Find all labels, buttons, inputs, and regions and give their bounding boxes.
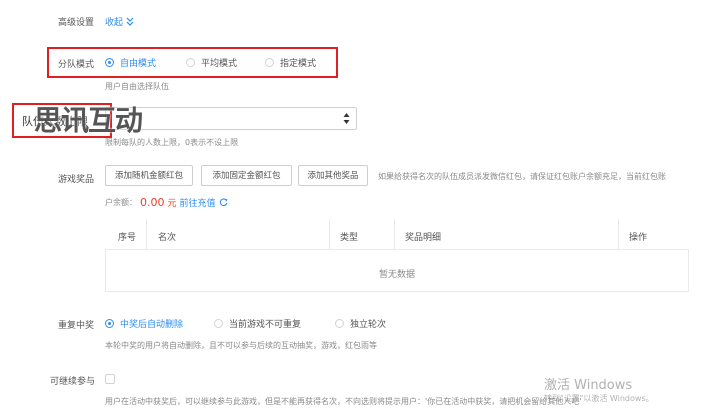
activation-subtitle: 转到"设置"以激活 Windows。: [544, 394, 654, 403]
column-divider: [618, 219, 619, 249]
team-limit-hint: 限制每队的人数上限，0表示不设上限: [105, 138, 239, 147]
split-mode-assign-label: 指定模式: [280, 59, 317, 69]
advanced-label: 高级设置: [58, 18, 95, 28]
radio-checked-icon: [105, 319, 114, 328]
repeat-label: 重复中奖: [58, 321, 95, 331]
recharge-link[interactable]: 前往充值: [180, 196, 216, 209]
continue-hint: 用户在活动中获奖后，可以继续参与此游戏，但是不能再获得名次，不向选则将提示用户：…: [105, 397, 582, 406]
add-other-prize-button[interactable]: 添加其他奖品: [298, 165, 368, 186]
split-mode-label: 分队模式: [58, 60, 95, 70]
stepper-icon[interactable]: [343, 111, 350, 126]
repeat-auto-delete-label: 中奖后自动删除: [120, 320, 184, 330]
collapse-label: 收起: [105, 18, 124, 28]
column-header: 操作: [629, 233, 648, 243]
activation-title: 激活 Windows: [544, 378, 633, 393]
split-mode-average-radio[interactable]: 平均模式: [186, 56, 237, 69]
column-header: 序号: [118, 233, 137, 243]
chevron-double-down-icon: [126, 17, 134, 26]
repeat-auto-delete-radio[interactable]: 中奖后自动删除: [105, 317, 183, 330]
refresh-icon[interactable]: [219, 198, 228, 207]
prize-label: 游戏奖品: [58, 175, 95, 185]
column-header: 奖品明细: [405, 233, 442, 243]
radio-unchecked-icon: [214, 319, 223, 328]
split-mode-assign-radio[interactable]: 指定模式: [265, 56, 316, 69]
radio-unchecked-icon: [335, 319, 344, 328]
radio-unchecked-icon: [186, 58, 195, 67]
repeat-hint: 本轮中奖的用户将自动删除，且不可以参与后续的互动抽奖，游戏，红包雨等: [105, 341, 377, 350]
collapse-toggle[interactable]: 收起: [105, 15, 134, 28]
split-mode-free-radio[interactable]: 自由模式: [105, 56, 156, 69]
column-header: 类型: [340, 233, 359, 243]
continue-checkbox[interactable]: [105, 374, 115, 384]
radio-unchecked-icon: [265, 58, 274, 67]
split-mode-average-label: 平均模式: [201, 59, 238, 69]
team-limit-input[interactable]: [105, 107, 357, 130]
radio-checked-icon: [105, 58, 114, 67]
repeat-no-repeat-radio[interactable]: 当前游戏不可重复: [214, 317, 301, 330]
column-header: 名次: [158, 233, 177, 243]
split-mode-free-label: 自由模式: [120, 59, 157, 69]
balance-amount: 0.00: [140, 196, 165, 209]
column-divider: [394, 219, 395, 249]
add-random-redpack-button[interactable]: 添加随机金额红包: [105, 165, 193, 186]
repeat-no-repeat-label: 当前游戏不可重复: [229, 320, 302, 330]
balance-unit: 元: [167, 199, 177, 209]
add-fixed-redpack-button[interactable]: 添加固定金额红包: [201, 165, 292, 186]
empty-table-text: 暂无数据: [378, 270, 415, 280]
repeat-independent-radio[interactable]: 独立轮次: [335, 317, 386, 330]
watermark-logo: 思讯互动: [34, 104, 143, 137]
repeat-independent-label: 独立轮次: [350, 320, 387, 330]
balance-label: 户余额：: [105, 198, 137, 207]
prize-table-header: [105, 219, 689, 250]
prize-description: 如果给获得名次的队伍成员派发微信红包，请保证红包账户余额充足，当前红包账: [378, 172, 666, 181]
column-divider: [146, 219, 147, 249]
continue-label: 可继续参与: [50, 377, 96, 387]
column-divider: [329, 219, 330, 249]
split-mode-hint: 用户自由选择队伍: [105, 82, 169, 91]
balance-row: 户余额： 0.00 元 前往充值: [105, 196, 228, 209]
